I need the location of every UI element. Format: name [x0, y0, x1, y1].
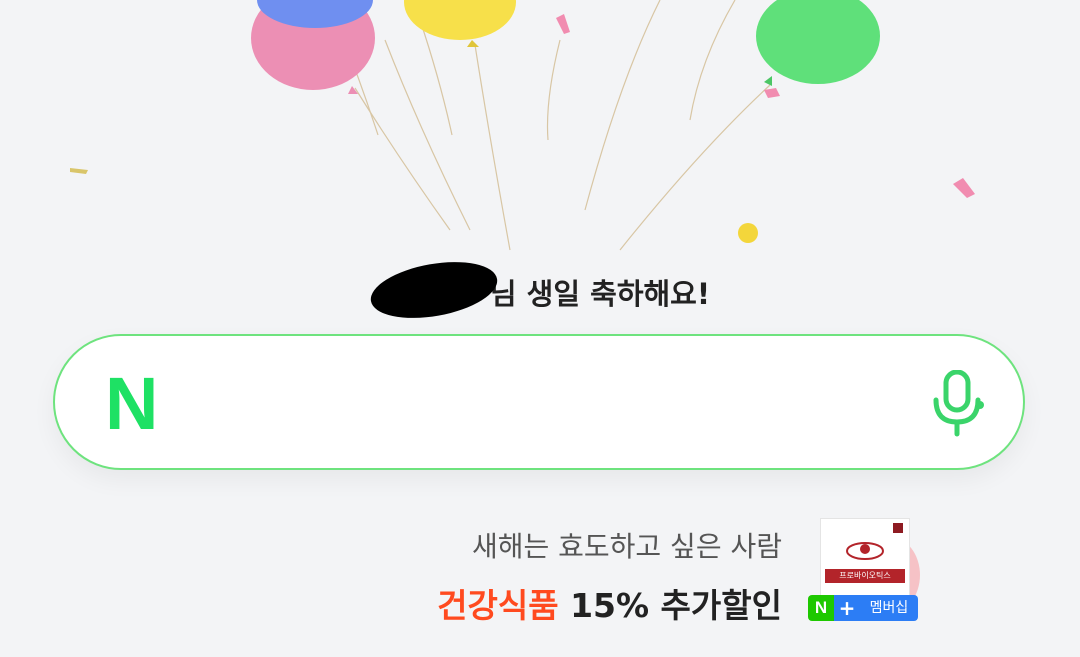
promo-highlight: 건강식품 — [437, 586, 559, 625]
promo-line2: 건강식품 15% 추가할인 — [437, 579, 782, 627]
membership-plus-icon: + — [834, 595, 860, 621]
greeting-text: 님 생일 축하해요! — [489, 277, 711, 311]
product-box: 프로바이오틱스 — [820, 518, 910, 602]
search-input[interactable] — [195, 366, 879, 438]
microphone-icon[interactable] — [928, 369, 988, 438]
green-balloon — [756, 0, 880, 84]
promo-line1: 새해는 효도하고 싶은 사람 — [471, 530, 782, 563]
naver-plus-membership-badge: N + 멤버십 — [808, 595, 918, 621]
product-label: 프로바이오틱스 — [825, 569, 905, 583]
search-bar[interactable]: N — [53, 334, 1025, 470]
membership-label: 멤버십 — [860, 595, 918, 621]
promo-discount: 15% 추가할인 — [558, 586, 782, 625]
membership-n: N — [808, 595, 834, 621]
naver-logo[interactable]: N — [105, 367, 158, 441]
promo-banner[interactable]: 새해는 효도하고 싶은 사람 건강식품 15% 추가할인 — [437, 525, 782, 627]
product-thumbnail[interactable]: 프로바이오틱스 N + 멤버십 — [808, 515, 928, 625]
birthday-greeting: 님 생일 축하해요! — [0, 253, 1080, 327]
yellow-balloon — [404, 0, 516, 40]
